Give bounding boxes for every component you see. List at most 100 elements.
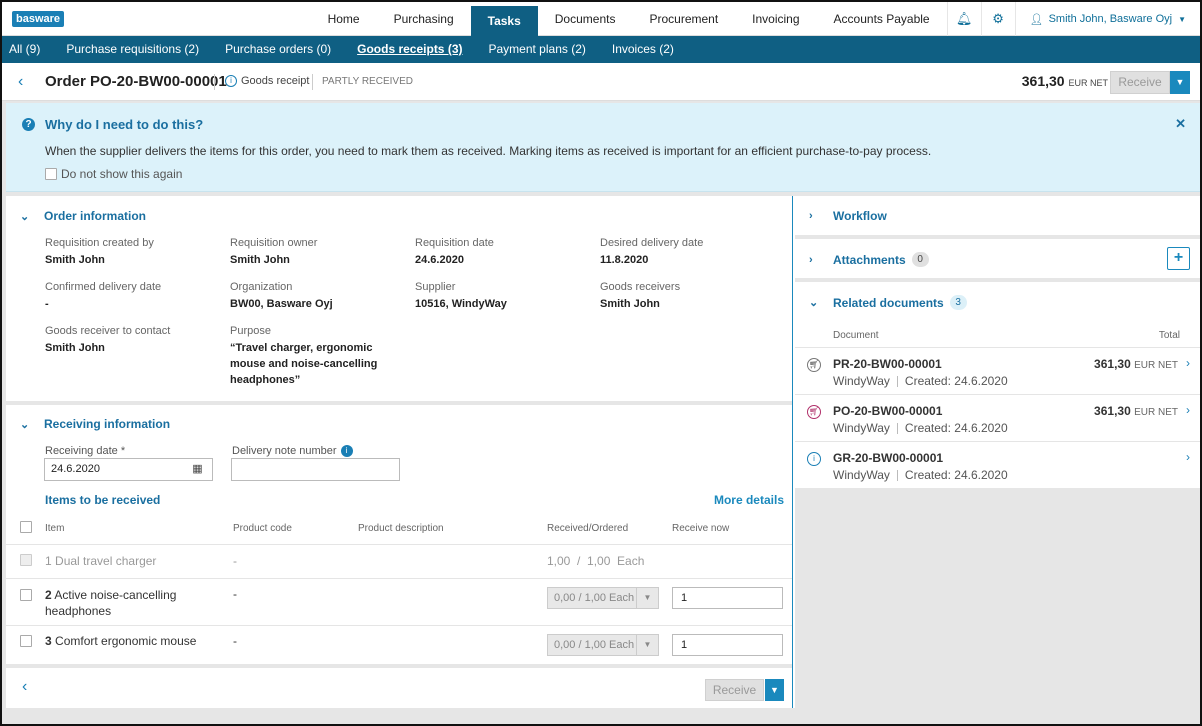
received-ordered-select[interactable]: 0,00 / 1,00 Each ▼: [547, 587, 659, 609]
goods-receipt-icon: i: [225, 75, 237, 87]
nav-accounts-payable[interactable]: Accounts Payable: [817, 2, 947, 36]
column-document: Document: [833, 330, 879, 341]
back-arrow-icon[interactable]: ‹: [22, 678, 27, 696]
receive-button[interactable]: Receive: [1110, 71, 1170, 94]
item-label: Active noise-cancelling headphones: [45, 588, 177, 618]
select-all-checkbox[interactable]: [20, 521, 32, 533]
doc-supplier: WindyWay: [833, 374, 890, 388]
nav-invoicing[interactable]: Invoicing: [735, 2, 816, 36]
product-code: -: [233, 634, 237, 648]
field-goods-receivers: Goods receivers Smith John: [600, 281, 770, 312]
chevron-down-icon: ▼: [636, 635, 658, 655]
related-doc-row[interactable]: i GR-20-BW00-00001 WindyWay Created: 24.6…: [795, 441, 1200, 488]
calendar-icon[interactable]: ▦: [183, 458, 213, 481]
attachments-section[interactable]: › Attachments 0 +: [795, 239, 1200, 282]
field-purpose: Purpose “Travel charger, ergonomic mouse…: [230, 325, 390, 388]
add-attachment-button[interactable]: +: [1167, 247, 1190, 270]
delivery-note-label-wrap: Delivery note number i: [232, 445, 357, 457]
tab-payment-plans[interactable]: Payment plans (2): [475, 36, 598, 63]
nav-purchasing[interactable]: Purchasing: [377, 2, 471, 36]
field-organization: Organization BW00, Basware Oyj: [230, 281, 400, 312]
doc-total-currency: EUR NET: [1134, 407, 1178, 418]
item-name: 1 Dual travel charger: [45, 554, 156, 568]
nav-procurement[interactable]: Procurement: [632, 2, 735, 36]
chevron-down-icon: ▼: [636, 588, 658, 608]
delivery-note-label: Delivery note number: [232, 445, 337, 457]
dont-show-checkbox[interactable]: [45, 168, 57, 180]
count-badge: 3: [949, 295, 967, 310]
received-ordered: 0,00 / 1,00 Each: [554, 592, 635, 604]
field-label: Requisition owner: [230, 237, 318, 249]
row-checkbox[interactable]: [20, 589, 32, 601]
main-nav: Home Purchasing Tasks Documents Procurem…: [311, 2, 1200, 36]
tab-purchase-requisitions[interactable]: Purchase requisitions (2): [53, 36, 212, 63]
received-ordered-select[interactable]: 0,00 / 1,00 Each ▼: [547, 634, 659, 656]
doc-created: Created: 24.6.2020: [904, 468, 1008, 482]
column-total: Total: [1158, 330, 1180, 341]
field-value: 10516, WindyWay: [415, 298, 507, 310]
field-value: -: [45, 298, 49, 310]
receive-dropdown-button[interactable]: ▼: [1170, 71, 1190, 94]
item-label: Comfort ergonomic mouse: [55, 634, 197, 648]
tab-invoices[interactable]: Invoices (2): [599, 36, 687, 63]
item-name: 3 Comfort ergonomic mouse: [45, 634, 196, 648]
tab-purchase-orders[interactable]: Purchase orders (0): [212, 36, 344, 63]
item-number: 3: [45, 634, 52, 648]
more-details-link[interactable]: More details: [714, 493, 784, 507]
receiving-information-header[interactable]: ⌄ Receiving information: [20, 417, 170, 431]
related-doc-row[interactable]: 🛒︎ PO-20-BW00-00001 WindyWay Created: 24.…: [795, 394, 1200, 441]
doc-subtitle: WindyWay Created: 24.6.2020: [833, 421, 1008, 435]
document-header: ‹ Order PO-20-BW00-00001 i Goods receipt…: [2, 63, 1200, 101]
receive-dropdown-button-bottom[interactable]: ▼: [765, 679, 784, 701]
receiving-date-input[interactable]: 24.6.2020: [44, 458, 184, 481]
chevron-right-icon: ›: [1186, 403, 1190, 417]
row-checkbox[interactable]: [20, 635, 32, 647]
field-goods-receiver-contact: Goods receiver to contact Smith John: [45, 325, 215, 356]
table-row: 3 Comfort ergonomic mouse - 0,00 / 1,00 …: [6, 625, 792, 664]
back-arrow-icon[interactable]: ‹: [18, 73, 23, 91]
related-documents-header[interactable]: ⌄ Related documents 3: [809, 295, 967, 310]
basware-logo[interactable]: basware: [12, 11, 65, 27]
receive-now-input[interactable]: 1: [672, 587, 783, 609]
receiving-date-label: Receiving date *: [45, 445, 126, 457]
field-value: Smith John: [600, 298, 660, 310]
nav-documents[interactable]: Documents: [538, 2, 633, 36]
field-value: BW00, Basware Oyj: [230, 298, 333, 310]
item-name: 2 Active noise-cancelling headphones: [45, 587, 215, 619]
workflow-section[interactable]: › Workflow: [795, 196, 1200, 239]
tab-goods-receipts[interactable]: Goods receipts (3): [344, 36, 475, 63]
dont-show-again[interactable]: Do not show this again: [45, 167, 182, 181]
item-label: Dual travel charger: [55, 554, 157, 568]
order-information-header[interactable]: ⌄ Order information: [20, 209, 146, 223]
attachments-header[interactable]: › Attachments 0: [809, 252, 929, 267]
chevron-right-icon: ›: [1186, 356, 1190, 370]
delivery-note-input[interactable]: [231, 458, 400, 481]
nav-home[interactable]: Home: [311, 2, 377, 36]
column-product-code: Product code: [233, 523, 292, 534]
field-confirmed-delivery-date: Confirmed delivery date -: [45, 281, 215, 312]
chevron-right-icon: ›: [1186, 450, 1190, 464]
receive-now-input[interactable]: 1: [672, 634, 783, 656]
table-row: 1 Dual travel charger - 1,00 / 1,00 Each: [6, 544, 792, 578]
receive-button-bottom[interactable]: Receive: [705, 679, 764, 701]
workflow-header[interactable]: › Workflow: [809, 209, 887, 223]
gear-icon[interactable]: ⚙: [980, 2, 1015, 36]
related-doc-row[interactable]: 🛒︎ PR-20-BW00-00001 WindyWay Created: 24.…: [795, 347, 1200, 394]
field-value: Smith John: [45, 254, 105, 266]
help-message: When the supplier delivers the items for…: [45, 144, 932, 158]
user-menu[interactable]: 👤︎ Smith John, Basware Oyj ▼: [1014, 2, 1200, 36]
bell-icon[interactable]: 🔔︎: [946, 2, 981, 36]
table-row: 2 Active noise-cancelling headphones - 0…: [6, 578, 792, 625]
column-item: Item: [45, 523, 65, 534]
product-code: -: [233, 554, 237, 568]
column-product-description: Product description: [358, 523, 444, 534]
field-label: Goods receivers: [600, 281, 681, 293]
tab-all[interactable]: All (9): [2, 36, 53, 63]
close-icon[interactable]: ✕: [1175, 116, 1186, 132]
user-icon: 👤︎: [1029, 13, 1044, 26]
field-value: Smith John: [45, 342, 105, 354]
nav-tasks[interactable]: Tasks: [470, 6, 538, 36]
page-title: Order PO-20-BW00-00001: [45, 73, 227, 90]
item-number: 2: [45, 588, 52, 602]
info-icon[interactable]: i: [340, 445, 353, 457]
